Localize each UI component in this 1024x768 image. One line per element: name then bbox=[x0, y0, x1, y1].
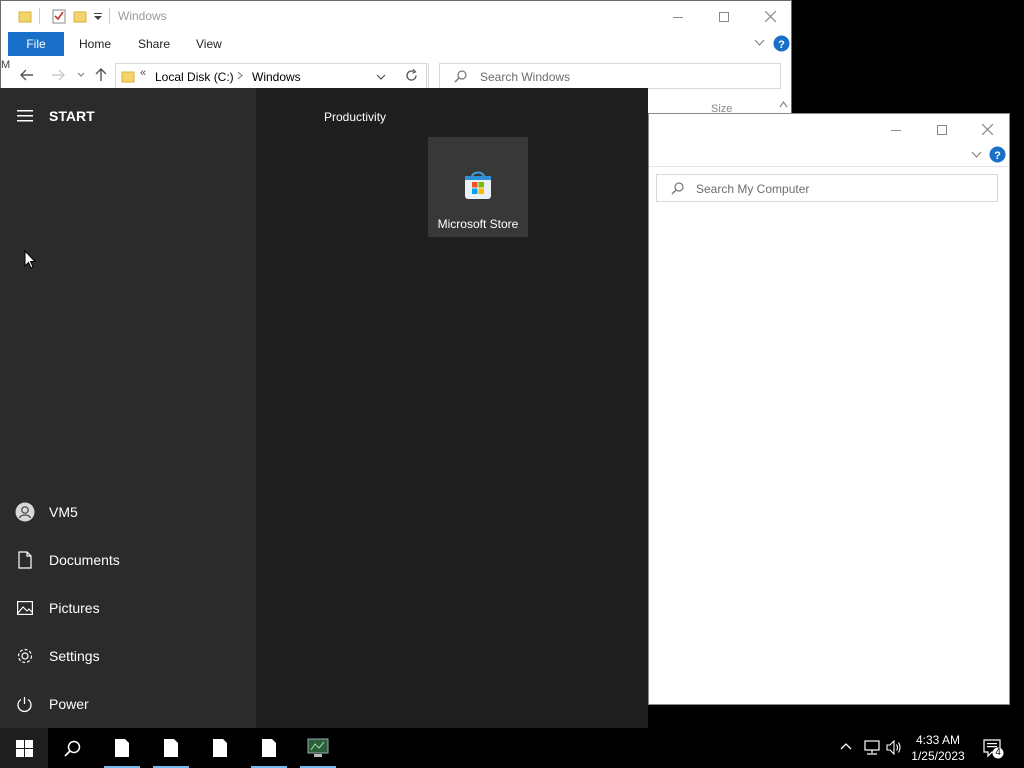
clock-time: 4:33 AM bbox=[915, 733, 961, 747]
start-item-documents[interactable]: Documents bbox=[0, 538, 256, 582]
taskbar-app-1[interactable] bbox=[98, 728, 146, 768]
taskbar-app-3[interactable] bbox=[196, 728, 244, 768]
maximize-button[interactable] bbox=[701, 1, 747, 32]
svg-text:?: ? bbox=[994, 150, 1001, 162]
divider bbox=[428, 63, 429, 89]
tile-microsoft-store[interactable]: Microsoft Store bbox=[428, 137, 528, 237]
computer-icon bbox=[307, 738, 329, 758]
start-menu-tiles: Productivity Microsoft Store bbox=[256, 88, 648, 728]
new-folder-icon[interactable] bbox=[73, 9, 87, 23]
taskbar: 4:33 AM 1/25/2023 4 bbox=[0, 728, 1024, 768]
show-hidden-icons-icon[interactable] bbox=[840, 742, 852, 750]
maximize-button[interactable] bbox=[919, 114, 965, 145]
start-item-power[interactable]: Power bbox=[0, 682, 256, 726]
tile-label: Microsoft Store bbox=[437, 217, 519, 231]
start-title: START bbox=[49, 108, 95, 124]
divider bbox=[109, 8, 110, 24]
tab-view[interactable]: View bbox=[196, 37, 222, 51]
start-item-label: Pictures bbox=[49, 600, 100, 616]
breadcrumb-separator-icon bbox=[237, 71, 243, 80]
close-button[interactable] bbox=[965, 114, 1009, 145]
properties-icon[interactable] bbox=[51, 8, 67, 24]
search-input[interactable]: Search My Computer bbox=[656, 174, 998, 202]
search-placeholder: Search Windows bbox=[480, 70, 571, 84]
search-icon bbox=[63, 740, 81, 757]
explorer-window-my-computer: ? Search My Computer bbox=[648, 113, 1010, 705]
start-item-user[interactable]: VM5 bbox=[0, 490, 256, 534]
tile-group-title[interactable]: Productivity bbox=[324, 110, 386, 124]
window-title: Windows bbox=[118, 9, 167, 23]
microsoft-store-icon bbox=[462, 169, 494, 201]
windows-logo-icon bbox=[15, 739, 33, 757]
divider bbox=[39, 8, 40, 24]
title-bar[interactable]: Windows bbox=[1, 1, 791, 32]
tab-home[interactable]: Home bbox=[79, 37, 111, 51]
taskbar-app-2[interactable] bbox=[147, 728, 195, 768]
hamburger-menu-icon[interactable] bbox=[17, 110, 33, 122]
close-icon bbox=[764, 11, 776, 22]
mouse-cursor-icon bbox=[24, 250, 36, 269]
minimize-button[interactable] bbox=[873, 114, 919, 145]
search-input[interactable]: Search Windows bbox=[439, 63, 781, 89]
start-item-label: Documents bbox=[49, 552, 120, 568]
address-dropdown-icon[interactable] bbox=[376, 74, 386, 81]
folder-icon bbox=[121, 69, 135, 83]
minimize-button[interactable] bbox=[655, 1, 701, 32]
up-arrow-icon[interactable] bbox=[95, 68, 107, 82]
breadcrumb-windows[interactable]: Windows bbox=[252, 70, 301, 84]
search-button[interactable] bbox=[48, 728, 96, 768]
folder-icon bbox=[18, 9, 32, 23]
document-icon bbox=[163, 738, 179, 758]
pictures-icon bbox=[0, 601, 49, 615]
notification-count-badge: 4 bbox=[995, 747, 1001, 758]
search-icon bbox=[671, 182, 684, 195]
help-icon[interactable]: ? bbox=[989, 146, 1006, 163]
start-item-label: Settings bbox=[49, 648, 100, 664]
clock[interactable]: 4:33 AM 1/25/2023 bbox=[906, 732, 970, 764]
start-menu-sidebar: START VM5 Documents Pictures Settings Po… bbox=[0, 88, 256, 728]
document-icon bbox=[114, 738, 130, 758]
document-icon bbox=[261, 738, 277, 758]
start-item-pictures[interactable]: Pictures bbox=[0, 586, 256, 630]
search-icon bbox=[454, 70, 467, 83]
divider bbox=[649, 166, 1009, 167]
svg-text:?: ? bbox=[778, 39, 785, 51]
taskbar-app-4[interactable] bbox=[245, 728, 293, 768]
start-item-label: Power bbox=[49, 696, 89, 712]
close-icon bbox=[981, 124, 993, 135]
start-button[interactable] bbox=[0, 728, 48, 768]
start-item-settings[interactable]: Settings bbox=[0, 634, 256, 678]
help-icon[interactable]: ? bbox=[773, 35, 790, 52]
volume-icon[interactable] bbox=[886, 740, 902, 755]
back-arrow-icon[interactable] bbox=[20, 69, 34, 81]
breadcrumb-local-disk[interactable]: Local Disk (C:) bbox=[155, 70, 234, 84]
navigation-bar: « Local Disk (C:) Windows Search Windows bbox=[1, 61, 791, 91]
scroll-up-icon[interactable] bbox=[779, 101, 788, 108]
notification-center-button[interactable]: 4 bbox=[983, 739, 1005, 759]
forward-arrow-icon[interactable] bbox=[51, 69, 65, 81]
gear-icon bbox=[0, 647, 49, 665]
refresh-icon[interactable] bbox=[405, 69, 418, 82]
recent-locations-icon[interactable] bbox=[77, 72, 85, 78]
network-icon[interactable] bbox=[862, 740, 880, 755]
taskbar-app-computer[interactable] bbox=[294, 728, 342, 768]
document-icon bbox=[212, 738, 228, 758]
customize-toolbar-icon[interactable] bbox=[94, 13, 102, 21]
clock-date: 1/25/2023 bbox=[911, 749, 965, 763]
expand-ribbon-icon[interactable] bbox=[971, 151, 982, 159]
overflow-chevron-icon[interactable]: « bbox=[140, 67, 146, 79]
tab-share[interactable]: Share bbox=[138, 37, 170, 51]
ribbon-tabs: File Home Share View ? bbox=[1, 32, 791, 56]
start-item-label: VM5 bbox=[49, 504, 78, 520]
power-icon bbox=[0, 696, 49, 713]
close-button[interactable] bbox=[747, 1, 793, 32]
user-icon bbox=[0, 502, 49, 522]
search-placeholder: Search My Computer bbox=[696, 182, 810, 196]
tab-file[interactable]: File bbox=[8, 32, 64, 56]
document-icon bbox=[0, 551, 49, 569]
address-bar[interactable]: « Local Disk (C:) Windows bbox=[115, 63, 427, 89]
expand-ribbon-icon[interactable] bbox=[754, 39, 765, 47]
